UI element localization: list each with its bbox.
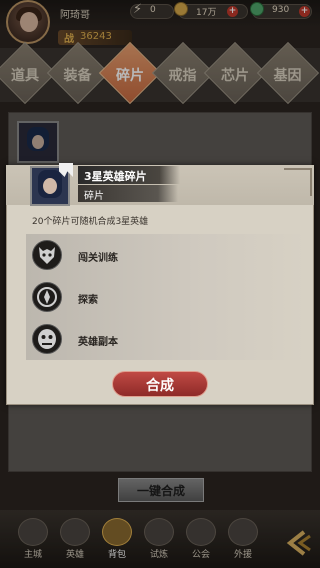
source-label: 英雄副本	[78, 337, 118, 348]
source-row[interactable]	[26, 234, 306, 276]
source-row[interactable]	[26, 318, 306, 360]
source-label: 探索	[78, 295, 98, 306]
source-row[interactable]	[26, 276, 306, 318]
monster-face-icon	[32, 324, 62, 354]
item-description: 20个碎片可随机合成3星英雄	[32, 217, 149, 227]
corner-ornament-icon	[284, 168, 312, 196]
wolf-head-icon	[32, 240, 62, 270]
hero-portrait-face	[43, 178, 57, 194]
compose-button-label: 合成	[146, 378, 174, 394]
item-type: 碎片	[84, 191, 104, 202]
compass-icon	[32, 282, 62, 312]
source-label: 闯关训练	[78, 253, 118, 264]
item-title: 3星英雄碎片	[84, 170, 147, 183]
